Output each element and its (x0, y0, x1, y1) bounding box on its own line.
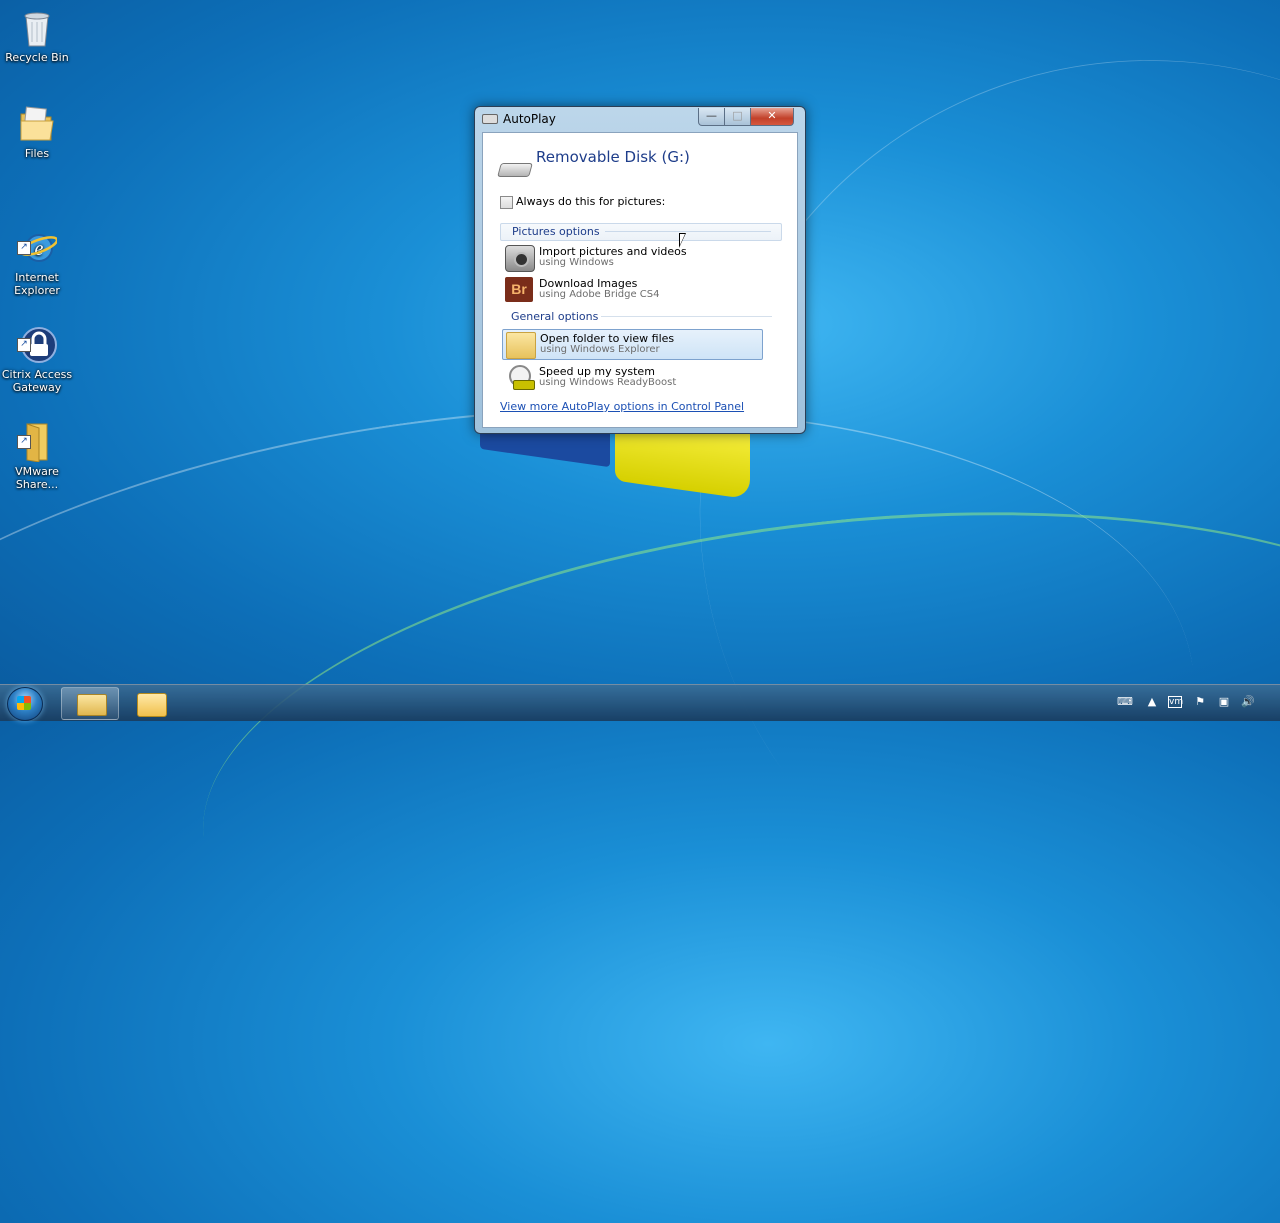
desktop-icon-internet-explorer[interactable]: e ↗ Internet Explorer (0, 202, 74, 310)
desktop-icon-vmware-share[interactable]: ↗ VMware Share... (0, 396, 74, 504)
readyboost-icon (505, 365, 535, 390)
desktop-icon-label: VMware Share... (15, 465, 59, 491)
removable-disk-icon (497, 163, 533, 177)
option-subtitle: using Windows ReadyBoost (539, 377, 677, 388)
desktop-icon-label: Files (24, 147, 50, 160)
desktop-icon-recycle-bin[interactable]: Recycle Bin (0, 8, 74, 64)
minimize-button[interactable]: — (698, 108, 725, 126)
keyboard-icon[interactable]: ⌨ (1117, 695, 1133, 709)
outlook-icon (137, 693, 167, 717)
taskbar-windows-explorer[interactable] (61, 687, 119, 720)
dialog-content: Removable Disk (G:) Always do this for p… (482, 132, 798, 428)
shortcut-arrow-icon: ↗ (17, 338, 31, 352)
desktop-icon-citrix-access-gateway[interactable]: ↗ Citrix Access Gateway (0, 299, 74, 407)
option-subtitle: using Windows Explorer (540, 344, 660, 355)
option-download-images[interactable]: Br Download Images using Adobe Bridge CS… (502, 275, 761, 304)
autoplay-dialog: AutoPlay — □ ✕ Removable Disk (G:) Alway… (474, 106, 806, 434)
vmware-icon[interactable]: vm (1168, 696, 1183, 708)
general-options-header: General options (500, 309, 780, 325)
internet-explorer-icon: e ↗ (17, 215, 59, 262)
folder-icon (17, 104, 57, 144)
window-title: AutoPlay (503, 112, 556, 126)
desktop-icon-label: Recycle Bin (5, 51, 69, 64)
show-hidden-icon[interactable]: ▲ (1145, 695, 1159, 709)
flash-drive-icon (513, 380, 535, 390)
desktop-icon-label: Internet Explorer (14, 271, 60, 297)
desktop-icon-files[interactable]: Files (0, 104, 74, 160)
divider (601, 316, 772, 317)
option-speed-up[interactable]: Speed up my system using Windows ReadyBo… (502, 363, 761, 392)
shortcut-arrow-icon: ↗ (17, 435, 31, 449)
folder-icon (506, 332, 536, 359)
shortcut-arrow-icon: ↗ (17, 241, 31, 255)
windows-flag-icon (17, 696, 31, 710)
flag-icon[interactable]: ⚑ (1193, 695, 1207, 709)
option-open-folder[interactable]: Open folder to view files using Windows … (502, 329, 763, 360)
drive-title: Removable Disk (G:) (536, 148, 690, 166)
volume-icon[interactable]: 🔊 (1241, 695, 1255, 709)
group-header-label: Pictures options (512, 225, 600, 238)
mouse-cursor-icon (679, 233, 686, 248)
option-subtitle: using Windows (539, 257, 614, 268)
maximize-button[interactable]: □ (724, 108, 751, 126)
folder-icon: ↗ (17, 409, 57, 463)
taskbar: ⌨ ▲ vm ⚑ ▣ 🔊 (0, 684, 1280, 721)
adobe-bridge-icon: Br (505, 277, 533, 302)
always-do-this-label[interactable]: Always do this for pictures: (516, 195, 665, 208)
camera-icon (505, 245, 535, 272)
recycle-bin-icon (17, 8, 57, 48)
folder-icon (77, 694, 107, 716)
title-bar[interactable]: AutoPlay — □ ✕ (475, 107, 805, 131)
drive-title-icon (482, 114, 498, 124)
option-import-pictures[interactable]: Import pictures and videos using Windows (502, 243, 761, 272)
network-icon[interactable]: ▣ (1217, 695, 1231, 709)
taskbar-outlook[interactable] (121, 687, 179, 720)
pictures-options-header: Pictures options (500, 223, 782, 241)
desktop-icon-label: Citrix Access Gateway (1, 368, 73, 394)
start-button[interactable] (7, 687, 43, 721)
wallpaper-swoosh (177, 453, 1280, 1090)
always-do-this-checkbox[interactable] (500, 196, 513, 209)
group-header-label: General options (511, 310, 599, 323)
option-subtitle: using Adobe Bridge CS4 (539, 289, 660, 300)
control-panel-link[interactable]: View more AutoPlay options in Control Pa… (500, 400, 744, 413)
citrix-lock-icon: ↗ (17, 312, 57, 363)
divider (605, 231, 771, 232)
close-button[interactable]: ✕ (750, 108, 794, 126)
